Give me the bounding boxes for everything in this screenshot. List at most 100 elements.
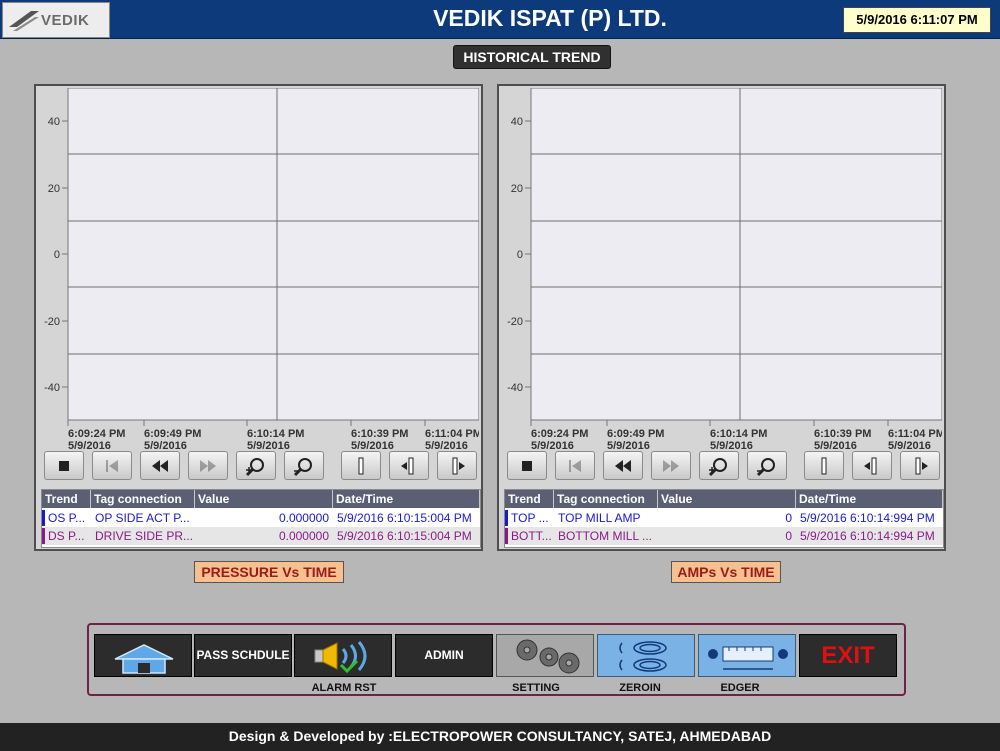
column-header-tag[interactable]: Tag connection	[554, 490, 658, 508]
navigation-bar: PASS SCHDULE ADMIN EXIT ALARM RST SETTIN…	[87, 623, 906, 696]
fast-forward-icon	[663, 460, 679, 472]
datetime-display: 5/9/2016 6:11:07 PM	[843, 7, 991, 33]
header-bar: VEDIK VEDIK ISPAT (P) LTD. 5/9/2016 6:11…	[0, 0, 1000, 39]
column-header-trend[interactable]: Trend	[42, 490, 91, 508]
exit-label: EXIT	[821, 642, 875, 669]
first-button[interactable]	[555, 451, 595, 480]
pressure-trend-plot[interactable]: 40 20 0 -20 -40 6:09:24 PM 5/9/2016 6:09…	[38, 88, 479, 454]
ruler-left-button[interactable]	[389, 451, 429, 480]
y-tick-label: 40	[48, 116, 60, 128]
trend-datetime: 5/9/2016 6:10:15:004 PM	[337, 529, 472, 543]
y-tick-label: 0	[517, 249, 523, 261]
rolls-icon	[619, 641, 667, 672]
stop-button[interactable]	[507, 451, 547, 480]
zoom-in-icon	[708, 458, 727, 477]
rewind-button[interactable]	[140, 451, 180, 480]
rewind-button[interactable]	[603, 451, 643, 480]
zeroin-button[interactable]	[597, 634, 695, 677]
forward-button[interactable]	[651, 451, 691, 480]
ruler-left-button[interactable]	[852, 451, 892, 480]
admin-button[interactable]: ADMIN	[395, 634, 493, 677]
y-tick-label: 20	[48, 183, 60, 195]
ruler-icon	[358, 457, 364, 475]
ruler-left-icon	[401, 457, 414, 475]
x-tick-time: 6:09:49 PM	[607, 428, 664, 440]
trend-value: 0	[785, 511, 792, 525]
setting-button[interactable]	[496, 634, 594, 677]
zoom-in-button[interactable]	[236, 451, 276, 480]
alarm-reset-label: ALARM RST	[311, 682, 377, 694]
y-tick-label: 40	[511, 116, 523, 128]
column-header-value[interactable]: Value	[195, 490, 333, 508]
logo-mark-icon	[9, 11, 39, 31]
column-header-datetime[interactable]: Date/Time	[796, 490, 943, 508]
ruler-right-icon	[452, 457, 465, 475]
trend-datetime: 5/9/2016 6:10:15:004 PM	[337, 511, 472, 525]
rewind-icon	[152, 460, 168, 472]
zoom-in-icon	[245, 458, 264, 477]
home-button[interactable]	[94, 634, 192, 677]
trend-value: 0	[785, 529, 792, 543]
table-row[interactable]: OS P... OP SIDE ACT P... 0.000000 5/9/20…	[42, 509, 480, 527]
pass-schedule-label: PASS SCHDULE	[196, 648, 290, 662]
setting-label: SETTING	[512, 682, 560, 694]
tag-connection: OP SIDE ACT P...	[95, 511, 190, 525]
ruler-button[interactable]	[804, 451, 844, 480]
tag-connection: BOTTOM MILL ...	[558, 529, 653, 543]
amps-trend-plot[interactable]: 40 20 0 -20 -40 6:09:24 PM 5/9/2016 6:09…	[501, 88, 942, 454]
first-button[interactable]	[92, 451, 132, 480]
trend-datetime: 5/9/2016 6:10:14:994 PM	[800, 511, 935, 525]
ruler-left-icon	[864, 457, 877, 475]
fast-forward-icon	[200, 460, 216, 472]
table-header: Trend Tag connection Value Date/Time	[505, 490, 943, 508]
trend-name: TOP ...	[511, 511, 549, 525]
tag-connection: DRIVE SIDE PR...	[95, 529, 194, 543]
column-header-value[interactable]: Value	[658, 490, 796, 508]
trend-name: BOTT...	[511, 529, 552, 543]
trend-value-table: Trend Tag connection Value Date/Time TOP…	[504, 489, 944, 548]
column-header-trend[interactable]: Trend	[505, 490, 554, 508]
zoom-out-button[interactable]	[747, 451, 787, 480]
x-tick-time: 6:10:39 PM	[351, 428, 408, 440]
column-header-tag[interactable]: Tag connection	[91, 490, 195, 508]
trend-value: 0.000000	[278, 529, 329, 543]
alarm-reset-button[interactable]	[294, 634, 392, 677]
zoom-out-button[interactable]	[284, 451, 324, 480]
pass-schedule-button[interactable]: PASS SCHDULE	[194, 634, 292, 677]
trend-value-table: Trend Tag connection Value Date/Time OS …	[41, 489, 481, 548]
amps-trend-panel: 40 20 0 -20 -40 6:09:24 PM 5/9/2016 6:09…	[497, 84, 946, 551]
zoom-out-icon	[756, 458, 775, 477]
trend-datetime: 5/9/2016 6:10:14:994 PM	[800, 529, 935, 543]
alarm-reset-icon	[314, 641, 367, 674]
edger-button[interactable]	[698, 634, 796, 677]
column-header-datetime[interactable]: Date/Time	[333, 490, 480, 508]
stop-icon	[59, 461, 69, 471]
x-tick-time: 6:09:24 PM	[531, 428, 588, 440]
forward-button[interactable]	[188, 451, 228, 480]
zoom-out-icon	[293, 458, 312, 477]
trend-value: 0.000000	[278, 511, 329, 525]
zoom-in-button[interactable]	[699, 451, 739, 480]
trend-name: OS P...	[48, 511, 86, 525]
y-tick-label: -20	[44, 316, 60, 328]
ruler-icon	[821, 457, 827, 475]
exit-button[interactable]: EXIT	[799, 634, 897, 677]
x-tick-time: 6:11:04 PM	[888, 428, 942, 440]
company-logo: VEDIK	[2, 2, 110, 38]
zeroin-label: ZEROIN	[619, 682, 661, 694]
table-row[interactable]: DS P... DRIVE SIDE PR... 0.000000 5/9/20…	[42, 527, 480, 545]
gears-icon	[516, 639, 580, 674]
ruler-right-button[interactable]	[900, 451, 940, 480]
ruler-right-button[interactable]	[437, 451, 477, 480]
stop-button[interactable]	[44, 451, 84, 480]
table-row[interactable]: TOP ... TOP MILL AMP 0 5/9/2016 6:10:14:…	[505, 509, 943, 527]
trend-toolbar	[499, 451, 944, 483]
x-tick-time: 6:11:04 PM	[425, 428, 479, 440]
footer-credits: Design & Developed by :ELECTROPOWER CONS…	[0, 723, 1000, 751]
x-tick-time: 6:09:24 PM	[68, 428, 125, 440]
y-tick-label: 20	[511, 183, 523, 195]
trend-name: DS P...	[48, 529, 85, 543]
y-tick-label: -40	[44, 382, 60, 394]
table-row[interactable]: BOTT... BOTTOM MILL ... 0 5/9/2016 6:10:…	[505, 527, 943, 545]
ruler-button[interactable]	[341, 451, 381, 480]
